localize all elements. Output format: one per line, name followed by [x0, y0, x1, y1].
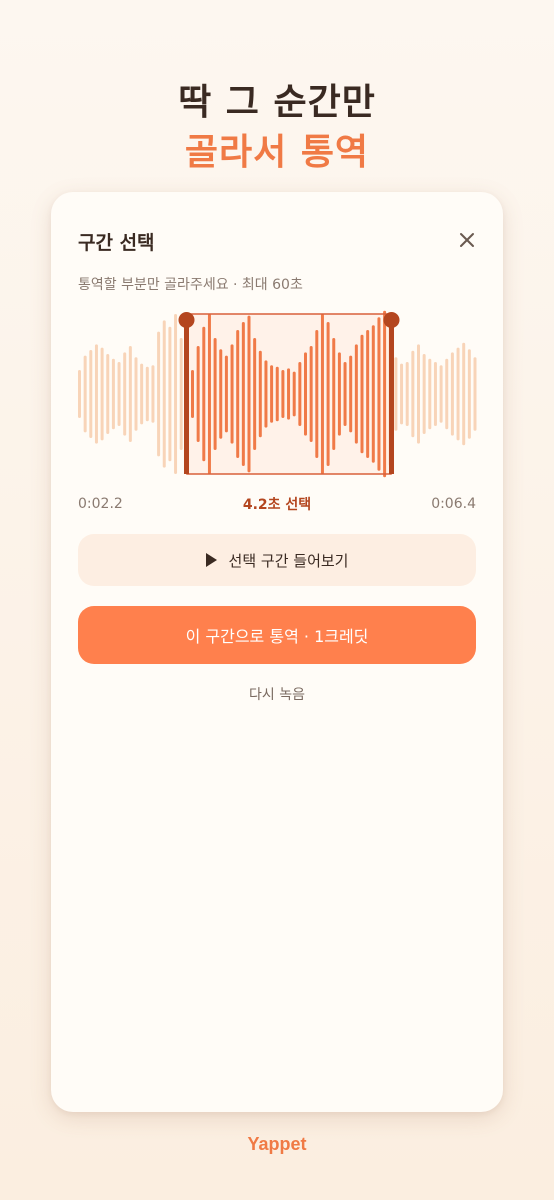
translate-button[interactable]: 이 구간으로 통역 · 1크레딧: [78, 606, 476, 664]
waveform-bar: [411, 350, 415, 438]
waveform-bar: [100, 347, 104, 441]
waveform-bar: [450, 352, 454, 436]
waveform-bar: [433, 362, 437, 426]
waveform-bar: [417, 344, 420, 444]
waveform-bar: [94, 344, 98, 444]
waveform-bar: [89, 350, 93, 438]
selection-range[interactable]: [186, 313, 392, 475]
waveform-bar: [179, 338, 183, 450]
waveform-bar: [394, 357, 398, 431]
waveform-bar: [168, 326, 172, 462]
waveform-bar: [151, 365, 155, 423]
waveform-bar: [111, 358, 115, 430]
brand-logo: Yappet: [247, 1134, 307, 1154]
waveform-bar: [473, 357, 477, 431]
waveform-bar: [439, 365, 443, 423]
translate-button-label: 이 구간으로 통역 · 1크레딧: [185, 627, 369, 646]
waveform-bar: [456, 347, 460, 441]
waveform-bar: [134, 357, 138, 431]
waveform-bar: [128, 346, 132, 442]
waveform-bar: [462, 342, 466, 446]
dialog-subtitle: 통역할 부분만 골라주세요 · 최대 60초: [78, 277, 303, 293]
end-time: 0:06.4: [431, 496, 476, 512]
waveform-bar: [123, 352, 127, 436]
waveform-bar: [145, 366, 149, 422]
waveform-bar: [445, 358, 449, 430]
waveform-bar: [467, 349, 471, 439]
headline-line-2: 골라서 통역: [184, 132, 370, 173]
waveform-bar: [78, 370, 81, 418]
waveform-bar: [422, 354, 426, 434]
waveform-bar: [162, 320, 166, 468]
waveform-bar: [405, 362, 409, 426]
dialog-title: 구간 선택: [78, 232, 155, 254]
selection-time-row: 0:02.2 4.2초 선택 0:06.4: [78, 494, 476, 514]
waveform-bar: [174, 314, 178, 474]
waveform-bar: [400, 363, 404, 425]
preview-button[interactable]: 선택 구간 들어보기: [78, 534, 476, 586]
play-icon: [205, 553, 217, 567]
headline-line-1: 딱 그 순간만: [178, 82, 376, 123]
waveform-bar: [83, 355, 87, 433]
segment-select-dialog: 구간 선택 통역할 부분만 골라주세요 · 최대 60초 0:02.2 4.2초…: [51, 192, 503, 1112]
preview-button-label: 선택 구간 들어보기: [228, 551, 349, 570]
close-icon[interactable]: [457, 230, 477, 250]
waveform-bar: [106, 354, 110, 434]
retry-link[interactable]: 다시 녹음: [51, 684, 503, 704]
waveform-bar: [428, 358, 432, 430]
waveform-bar: [140, 363, 144, 425]
headline: 딱 그 순간만 골라서 통역: [0, 80, 554, 176]
selected-duration: 4.2초 선택: [242, 497, 312, 513]
waveform[interactable]: [51, 302, 503, 492]
start-time: 0:02.2: [78, 496, 123, 512]
waveform-bar: [117, 362, 121, 426]
waveform-bar: [157, 331, 161, 457]
